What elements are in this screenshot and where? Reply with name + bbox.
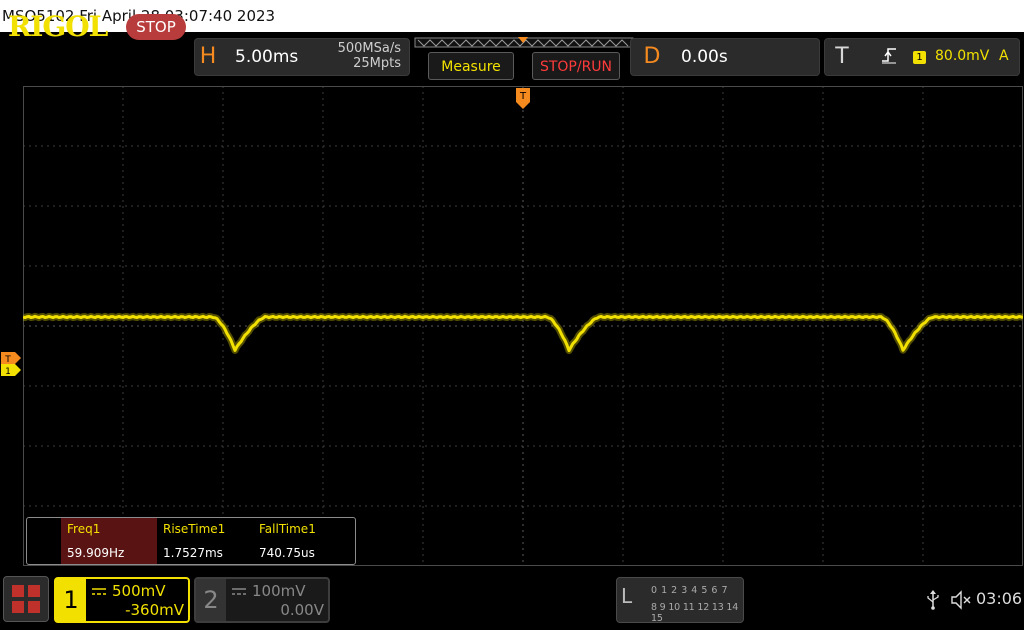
timebase-value: 5.00ms xyxy=(235,47,299,67)
trigger-panel[interactable]: T 1 80.0mV A xyxy=(824,38,1020,76)
meas-freq-label: Freq1 xyxy=(61,518,157,542)
horizontal-panel[interactable]: H 5.00ms 500MSa/s 25Mpts xyxy=(194,38,410,76)
channel-1-offset: -360mV xyxy=(125,601,184,619)
rising-edge-icon xyxy=(882,48,896,64)
stop-run-button[interactable]: STOP/RUN xyxy=(532,52,620,80)
meas-risetime-label: RiseTime1 xyxy=(163,522,226,536)
delay-panel[interactable]: D 0.00s xyxy=(630,38,820,76)
trigger-level-marker-text: T xyxy=(4,355,11,364)
digital-channels-row-1: 0 1 2 3 4 5 6 7 xyxy=(651,585,728,596)
digital-channels-row-2: 8 9 10 11 12 13 14 15 xyxy=(651,602,739,624)
trigger-mode: A xyxy=(999,48,1009,64)
meas-falltime-label: FallTime1 xyxy=(259,522,316,536)
memory-position-bar xyxy=(414,37,634,48)
acquisition-info: 500MSa/s 25Mpts xyxy=(303,41,401,71)
delay-label: D xyxy=(643,44,661,69)
ch1-offset-marker-text: 1 xyxy=(5,367,11,376)
mute-icon[interactable] xyxy=(950,590,972,610)
menu-button[interactable] xyxy=(3,576,49,622)
channel-1-panel[interactable]: 1 500mV -360mV xyxy=(54,577,190,623)
channel-2-scale: 100mV xyxy=(252,582,306,600)
channel-2-offset: 0.00V xyxy=(280,601,324,619)
logic-analyzer-panel[interactable]: L 0 1 2 3 4 5 6 7 8 9 10 11 12 13 14 15 xyxy=(616,577,744,624)
waveform-display[interactable] xyxy=(23,86,1023,566)
meas-freq-value: 59.909Hz xyxy=(61,542,157,564)
horizontal-label: H xyxy=(199,44,217,69)
delay-value: 0.00s xyxy=(681,47,728,67)
sample-rate: 500MSa/s xyxy=(337,41,401,56)
ch1-offset-marker[interactable]: 1 xyxy=(1,364,21,376)
grid-menu-icon xyxy=(12,585,40,613)
trigger-level-marker[interactable]: T xyxy=(1,352,21,364)
channel-1-number: 1 xyxy=(56,579,86,621)
trigger-level: 80.0mV xyxy=(935,48,990,64)
meas-risetime-value: 1.7527ms xyxy=(163,546,223,560)
dc-coupling-icon xyxy=(232,588,246,595)
usb-icon xyxy=(927,590,939,610)
trigger-label: T xyxy=(835,44,849,69)
status-clock: 03:06 xyxy=(976,589,1023,608)
trigger-source-badge: 1 xyxy=(913,51,926,64)
memory-depth: 25Mpts xyxy=(353,56,401,71)
measure-button[interactable]: Measure xyxy=(428,52,514,80)
rigol-logo: RIGOL xyxy=(8,10,108,43)
graticule-center xyxy=(23,86,1023,566)
trigger-position-marker[interactable]: T xyxy=(516,88,530,110)
trigger-position-text: T xyxy=(519,91,527,102)
measurement-table[interactable]: Freq1 RiseTime1 FallTime1 59.909Hz 1.752… xyxy=(26,517,356,565)
meas-falltime-value: 740.75us xyxy=(259,546,315,560)
dc-coupling-icon xyxy=(92,588,106,595)
logic-analyzer-label: L xyxy=(621,584,633,608)
channel-2-panel[interactable]: 2 100mV 0.00V xyxy=(194,577,330,623)
run-state-badge[interactable]: STOP xyxy=(126,14,186,40)
channel-2-number: 2 xyxy=(196,579,226,621)
channel-1-scale: 500mV xyxy=(112,582,166,600)
